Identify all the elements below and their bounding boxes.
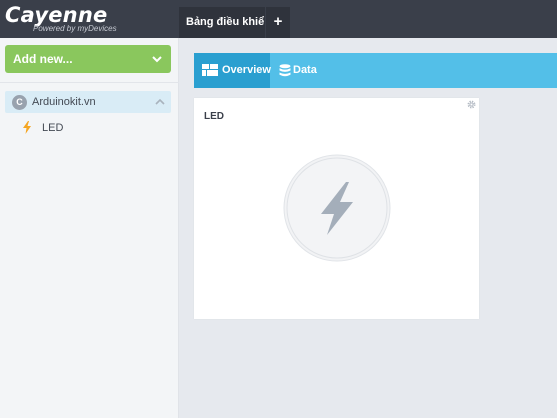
- chevron-down-icon: [152, 56, 162, 63]
- tab-data-label: Data: [293, 64, 317, 76]
- add-tab-button[interactable]: +: [266, 7, 290, 38]
- device-name: Arduinokit.vn: [32, 96, 96, 108]
- lightning-icon: [23, 121, 31, 134]
- widget-title: LED: [204, 111, 224, 122]
- tab-data[interactable]: Data: [271, 53, 341, 88]
- sidebar-item-label: LED: [42, 122, 64, 134]
- brand-logo[interactable]: Cayenne Powered by myDevices: [0, 0, 179, 38]
- sidebar-divider: [0, 82, 179, 83]
- top-bar: Cayenne Powered by myDevices Bảng điều k…: [0, 0, 557, 38]
- tab-dashboard[interactable]: Bảng điều khiển: [179, 7, 265, 38]
- sidebar-item-device[interactable]: C Arduinokit.vn: [5, 91, 171, 113]
- add-new-button[interactable]: Add new...: [5, 45, 171, 73]
- gear-icon[interactable]: [467, 100, 476, 109]
- sidebar: Add new... C Arduinokit.vn LED: [0, 38, 179, 418]
- database-icon: [279, 64, 291, 77]
- tab-overview-label: Overview: [222, 64, 271, 76]
- brand-tagline: Powered by myDevices: [33, 24, 117, 33]
- led-state-button[interactable]: [283, 154, 391, 262]
- widget-card-led[interactable]: LED: [194, 98, 479, 319]
- chevron-up-icon[interactable]: [155, 98, 165, 106]
- dashboard-toolbar: Overview Data: [194, 53, 557, 88]
- sidebar-item-led[interactable]: LED: [22, 120, 172, 136]
- brand-name: Cayenne: [5, 3, 108, 27]
- overview-icon: [202, 64, 218, 76]
- tab-overview[interactable]: Overview: [194, 53, 271, 88]
- add-new-label: Add new...: [13, 52, 73, 66]
- device-icon: C: [12, 95, 27, 110]
- main-content: Overview Data LED: [180, 38, 557, 418]
